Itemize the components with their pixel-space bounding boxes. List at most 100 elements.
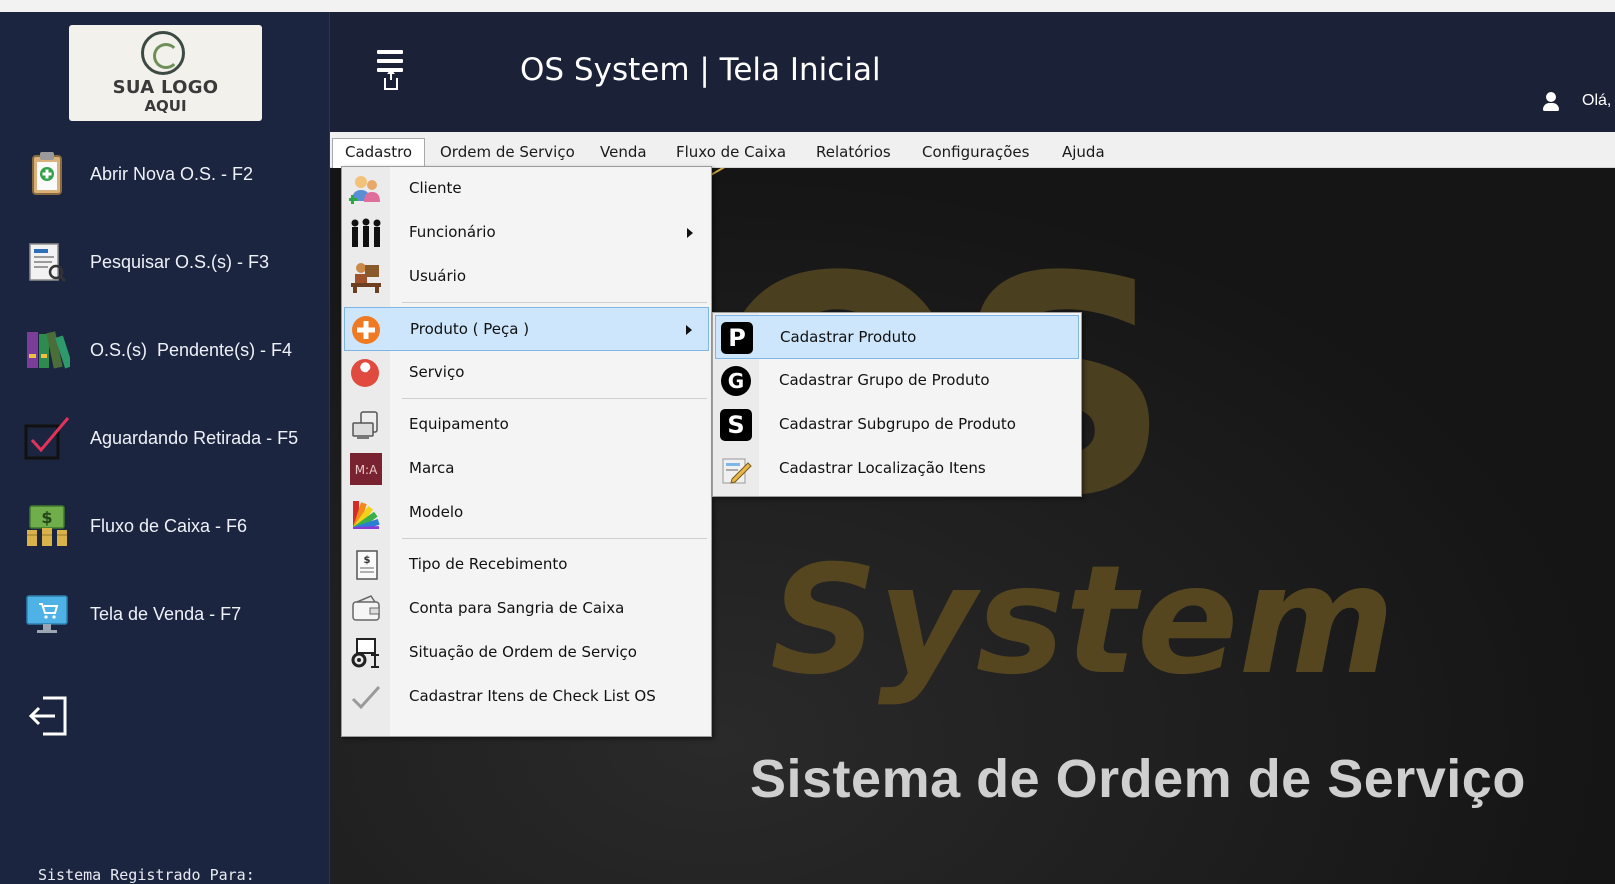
- registered-to-text: Sistema Registrado Para:: [38, 866, 255, 884]
- sidebar-item-nova-os[interactable]: Abrir Nova O.S. - F2: [24, 146, 324, 202]
- menu-item-label: Modelo: [409, 503, 464, 521]
- sidebar: SUA LOGO AQUI Abrir Nova O.S. - F2 Pesqu…: [0, 12, 330, 884]
- user-greeting: Olá,: [1582, 92, 1612, 109]
- color-palette-icon: [349, 497, 383, 533]
- menu-bar: Cadastro Ordem de Serviço Venda Fluxo de…: [330, 132, 1615, 168]
- menu-ajuda[interactable]: Ajuda: [1050, 138, 1117, 166]
- menu-item-label: Cadastrar Subgrupo de Produto: [779, 415, 1016, 433]
- sidebar-item-label: Tela de Venda - F7: [90, 603, 242, 624]
- menu-separator: [402, 302, 707, 303]
- menu-item-cadastrar-localizacao[interactable]: Cadastrar Localização Itens: [715, 447, 1079, 491]
- sidebar-item-tela-venda[interactable]: Tela de Venda - F7: [24, 586, 324, 642]
- menu-item-label: Cadastrar Grupo de Produto: [779, 371, 990, 389]
- wallet-icon: [349, 593, 383, 625]
- sidebar-item-label: Aguardando Retirada - F5: [90, 427, 299, 448]
- equipment-icon: [349, 409, 383, 441]
- sidebar-item-label: Pesquisar O.S.(s) - F3: [90, 251, 270, 272]
- svg-text:M:A: M:A: [355, 463, 378, 477]
- menu-venda[interactable]: Venda: [588, 138, 659, 166]
- menu-cadastro[interactable]: Cadastro: [332, 138, 426, 168]
- menu-item-usuario[interactable]: Usuário: [344, 255, 709, 299]
- menu-item-cadastrar-produto[interactable]: P Cadastrar Produto: [715, 315, 1079, 359]
- menu-item-situacao-os[interactable]: Situação de Ordem de Serviço: [344, 631, 709, 675]
- watermark-system: System: [770, 534, 1395, 708]
- top-strip: [0, 0, 1615, 12]
- menu-item-label: Cliente: [409, 179, 462, 197]
- svg-text:$: $: [364, 555, 371, 566]
- clipboard-plus-icon: [24, 150, 70, 198]
- menu-item-label: Marca: [409, 459, 455, 477]
- p-icon: P: [721, 322, 755, 354]
- menu-item-conta-sangria[interactable]: Conta para Sangria de Caixa: [344, 587, 709, 631]
- logo: SUA LOGO AQUI: [69, 25, 262, 121]
- menu-item-label: Conta para Sangria de Caixa: [409, 599, 625, 617]
- menu-item-equipamento[interactable]: Equipamento: [344, 403, 709, 447]
- menu-item-label: Equipamento: [409, 415, 509, 433]
- menu-item-label: Funcionário: [409, 223, 496, 241]
- cadastro-dropdown: Cliente Funcionário Usuário Produto ( Pe…: [341, 166, 712, 737]
- sidebar-item-label: Abrir Nova O.S. - F2: [90, 163, 254, 184]
- menu-item-funcionario[interactable]: Funcionário: [344, 211, 709, 255]
- menu-item-marca[interactable]: M:A Marca: [344, 447, 709, 491]
- user-icon: [1542, 92, 1560, 112]
- sidebar-item-label: Fluxo de Caixa - F6: [90, 515, 248, 536]
- menu-item-servico[interactable]: Serviço: [344, 351, 709, 395]
- location-pencil-icon: [720, 453, 754, 485]
- s-icon: S: [720, 409, 754, 441]
- plus-circle-icon: [350, 314, 384, 346]
- document-search-icon: [24, 238, 70, 286]
- monitor-cart-icon: [24, 590, 70, 638]
- menu-item-label: Situação de Ordem de Serviço: [409, 643, 637, 661]
- header: OS System | Tela Inicial Olá,: [330, 12, 1615, 132]
- menu-item-cadastrar-grupo[interactable]: G Cadastrar Grupo de Produto: [715, 359, 1079, 403]
- sidebar-item-label: O.S.(s) Pendente(s) - F4: [90, 339, 293, 360]
- menu-item-label: Serviço: [409, 363, 465, 381]
- menu-item-label: Cadastrar Produto: [780, 328, 917, 346]
- exit-icon[interactable]: [27, 692, 73, 740]
- menu-item-label: Usuário: [409, 267, 467, 285]
- splash-subtitle: Sistema de Ordem de Serviço: [750, 749, 1526, 809]
- menu-item-label: Cadastrar Itens de Check List OS: [409, 687, 656, 705]
- brand-icon: M:A: [349, 453, 383, 485]
- menu-item-label: Produto ( Peça ): [410, 320, 530, 338]
- money-stack-icon: $: [24, 502, 70, 550]
- logo-line1: SUA LOGO: [112, 77, 219, 98]
- g-icon: G: [720, 365, 754, 397]
- checkmark-icon: [349, 681, 383, 713]
- produto-submenu: P Cadastrar Produto G Cadastrar Grupo de…: [712, 312, 1082, 497]
- hamburger-menu-icon[interactable]: [377, 50, 403, 100]
- menu-item-cadastrar-subgrupo[interactable]: S Cadastrar Subgrupo de Produto: [715, 403, 1079, 447]
- sidebar-item-os-pendentes[interactable]: O.S.(s) Pendente(s) - F4: [24, 322, 324, 378]
- menu-item-modelo[interactable]: Modelo: [344, 491, 709, 535]
- receipt-icon: $: [349, 549, 383, 581]
- submenu-arrow-icon: [687, 228, 693, 238]
- client-icon: [348, 173, 383, 205]
- logo-emblem-icon: [141, 31, 185, 75]
- menu-item-cliente[interactable]: Cliente: [344, 167, 709, 211]
- sidebar-item-pesquisar-os[interactable]: Pesquisar O.S.(s) - F3: [24, 234, 324, 290]
- svg-text:$: $: [41, 508, 52, 527]
- menu-separator: [402, 398, 707, 399]
- submenu-arrow-icon: [686, 325, 692, 335]
- employees-icon: [349, 217, 383, 249]
- menu-item-tipo-recebimento[interactable]: $ Tipo de Recebimento: [344, 543, 709, 587]
- menu-item-checklist[interactable]: Cadastrar Itens de Check List OS: [344, 675, 709, 719]
- menu-relatorios[interactable]: Relatórios: [804, 138, 903, 166]
- checkbox-check-icon: [24, 414, 70, 462]
- sidebar-item-aguardando-retirada[interactable]: Aguardando Retirada - F5: [24, 410, 324, 466]
- menu-configuracoes[interactable]: Configurações: [910, 138, 1041, 166]
- menu-item-label: Cadastrar Localização Itens: [779, 459, 986, 477]
- sidebar-item-fluxo-caixa[interactable]: $ Fluxo de Caixa - F6: [24, 498, 324, 554]
- menu-fluxo-caixa[interactable]: Fluxo de Caixa: [664, 138, 798, 166]
- app-window: SUA LOGO AQUI Abrir Nova O.S. - F2 Pesqu…: [0, 0, 1615, 884]
- menu-separator: [402, 538, 707, 539]
- menu-ordem-servico[interactable]: Ordem de Serviço: [428, 138, 587, 166]
- page-title: OS System | Tela Inicial: [520, 52, 881, 88]
- logo-line2: AQUI: [144, 97, 187, 115]
- binders-icon: [24, 326, 73, 374]
- menu-item-label: Tipo de Recebimento: [409, 555, 568, 573]
- menu-item-produto[interactable]: Produto ( Peça ): [344, 307, 709, 351]
- gear-status-icon: [349, 637, 383, 669]
- upload-tray-icon: [384, 69, 398, 90]
- wrench-icon: [349, 357, 383, 389]
